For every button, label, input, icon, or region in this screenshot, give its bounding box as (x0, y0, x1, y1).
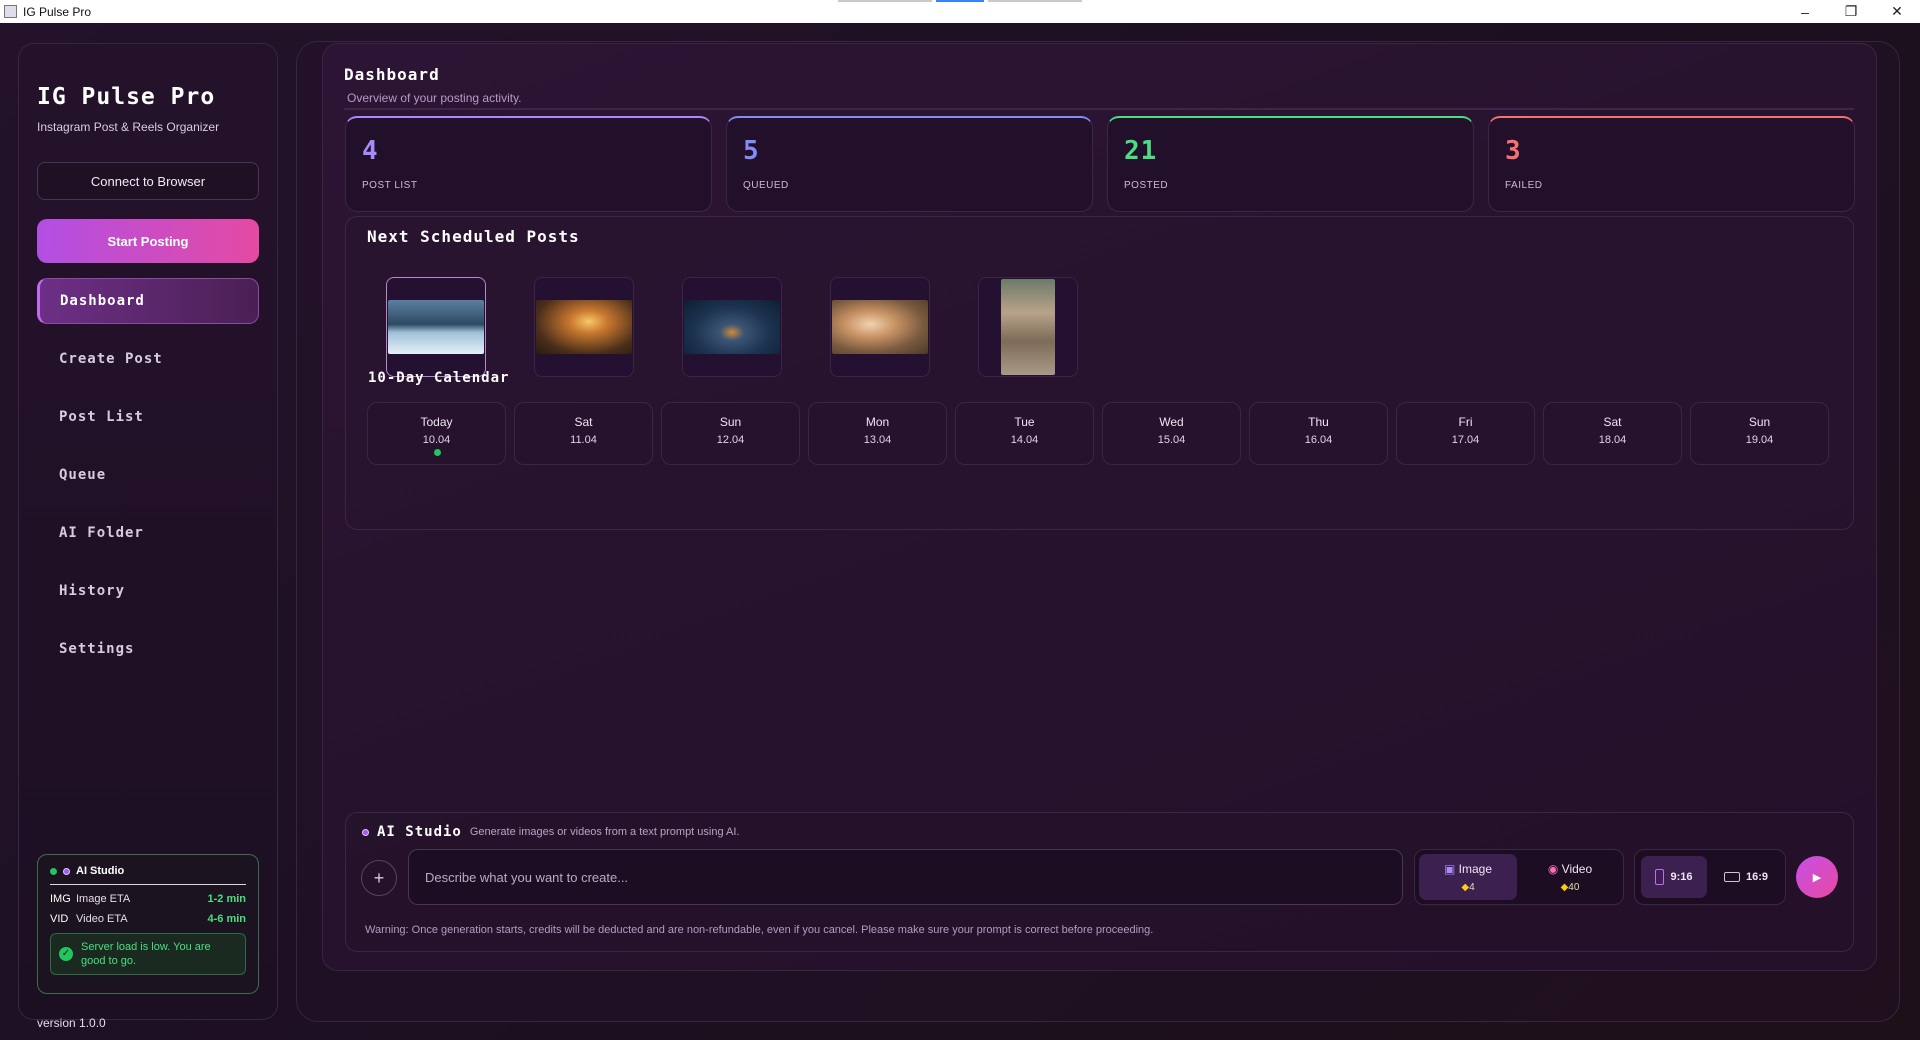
ai-card-title: AI Studio (76, 865, 125, 877)
restore-icon[interactable]: ❐ (1828, 0, 1874, 23)
sidebar-nav: Dashboard Create Post Post List Queue AI… (37, 278, 259, 684)
check-circle-icon: ✓ (59, 947, 73, 961)
calendar-day[interactable]: Sat 11.04 (514, 402, 653, 465)
scheduled-post-1[interactable] (386, 277, 486, 377)
mode-video-button[interactable]: ◉ Video ◆40 (1521, 854, 1619, 900)
scheduled-post-5[interactable] (978, 277, 1078, 377)
stat-card-failed[interactable]: 3 FAILED (1488, 116, 1855, 212)
ai-dot-icon (362, 828, 369, 836)
ai-studio-subtitle: Generate images or videos from a text pr… (469, 826, 740, 838)
calendar-day[interactable]: Mon 13.04 (808, 402, 947, 465)
stat-card-posted[interactable]: 21 POSTED (1107, 116, 1474, 212)
server-status-text: Server load is low. You are good to go. (81, 941, 211, 967)
credit-icon: ◆ (1461, 881, 1470, 893)
minimize-icon[interactable]: – (1782, 0, 1828, 23)
app-icon (4, 5, 17, 18)
calendar-day[interactable]: Wed 15.04 (1102, 402, 1241, 465)
sidebar-item-settings[interactable]: Settings (37, 626, 259, 672)
image-eta-value: 1-2 min (207, 893, 246, 905)
close-icon[interactable]: ✕ (1874, 0, 1920, 23)
calendar-day[interactable]: Sun 12.04 (661, 402, 800, 465)
eta-row-image: IMG Image ETA 1-2 min (50, 893, 246, 905)
sidebar-item-dashboard[interactable]: Dashboard (37, 278, 259, 324)
sidebar-item-history[interactable]: History (37, 568, 259, 614)
server-status-banner: ✓ Server load is low. You are good to go… (50, 933, 246, 975)
portrait-icon (1655, 869, 1665, 885)
plus-icon: + (373, 867, 385, 888)
scheduled-title: Next Scheduled Posts (367, 227, 580, 246)
window-title: IG Pulse Pro (23, 4, 92, 19)
sidebar-item-ai-folder[interactable]: AI Folder (37, 510, 259, 556)
ai-status-card: AI Studio IMG Image ETA 1-2 min VID Vide… (37, 854, 259, 994)
page-subtitle: Overview of your posting activity. (347, 91, 522, 105)
online-dot-icon (50, 867, 57, 875)
today-indicator-icon (434, 449, 441, 456)
ratio-9-16-button[interactable]: 9:16 (1641, 856, 1707, 898)
scheduled-post-2[interactable] (534, 277, 634, 377)
ratio-16-9-button[interactable]: 16:9 (1713, 856, 1779, 898)
connect-browser-button[interactable]: Connect to Browser (37, 162, 259, 200)
image-icon: ▣ (1443, 861, 1456, 876)
sidebar-item-create-post[interactable]: Create Post (37, 336, 259, 382)
sidebar-item-queue[interactable]: Queue (37, 452, 259, 498)
mode-image-button[interactable]: ▣ Image ◆4 (1419, 854, 1517, 900)
video-eta-value: 4-6 min (207, 913, 246, 925)
calendar-day[interactable]: Today 10.04 (367, 402, 506, 465)
add-attachment-button[interactable]: + (361, 860, 397, 896)
stats-row: 4 POST LIST 5 QUEUED 21 POSTED 3 FAILED (345, 116, 1855, 212)
snow-cabin-image (388, 300, 484, 354)
calendar-day[interactable]: Thu 16.04 (1249, 402, 1388, 465)
version-label: version 1.0.0 (37, 1016, 106, 1030)
ai-dot-icon (63, 867, 70, 875)
page-title: Dashboard (344, 65, 440, 84)
scheduled-post-3[interactable] (682, 277, 782, 377)
ai-studio-header: AI Studio Generate images or videos from… (362, 824, 740, 840)
calendar-strip: Today 10.04 Sat 11.04 Sun 12.04 Mon 13.04 Tu… (367, 402, 1829, 465)
brand-title: IG Pulse Pro (37, 84, 216, 110)
calendar-title: 10-Day Calendar (368, 370, 510, 386)
sidebar: IG Pulse Pro Instagram Post & Reels Orga… (18, 43, 278, 1030)
brand-subtitle: Instagram Post & Reels Organizer (37, 120, 220, 134)
aspect-ratio-toggle: 9:16 16:9 (1634, 849, 1786, 905)
night-cabin-image (684, 300, 780, 354)
child-with-cat-image (1001, 279, 1055, 375)
prompt-input[interactable] (408, 849, 1403, 905)
play-icon: ▶ (1812, 871, 1822, 884)
eta-row-video: VID Video ETA 4-6 min (50, 913, 246, 925)
start-posting-button[interactable]: Start Posting (37, 219, 259, 263)
video-icon: ◉ (1547, 861, 1559, 876)
titlebar-tabs (838, 0, 1082, 2)
window-titlebar: IG Pulse Pro – ❐ ✕ (0, 0, 1920, 23)
stat-card-post-list[interactable]: 4 POST LIST (345, 116, 712, 212)
scheduled-post-4[interactable] (830, 277, 930, 377)
calendar-day[interactable]: Fri 17.04 (1396, 402, 1535, 465)
divider (344, 108, 1854, 110)
stat-card-queued[interactable]: 5 QUEUED (726, 116, 1093, 212)
credit-warning: Warning: Once generation starts, credits… (365, 924, 1154, 936)
landscape-icon (1723, 872, 1740, 882)
sunlit-forest-image (536, 300, 632, 354)
generation-mode-toggle: ▣ Image ◆4 ◉ Video ◆40 (1414, 849, 1624, 905)
calendar-day[interactable]: Tue 14.04 (955, 402, 1094, 465)
sidebar-item-post-list[interactable]: Post List (37, 394, 259, 440)
calendar-day[interactable]: Sun 19.04 (1690, 402, 1829, 465)
scheduled-thumbnails (386, 277, 1078, 377)
generate-button[interactable]: ▶ (1796, 856, 1838, 898)
calendar-day[interactable]: Sat 18.04 (1543, 402, 1682, 465)
kitten-image (832, 300, 928, 354)
ai-studio-title: AI Studio (377, 824, 462, 840)
